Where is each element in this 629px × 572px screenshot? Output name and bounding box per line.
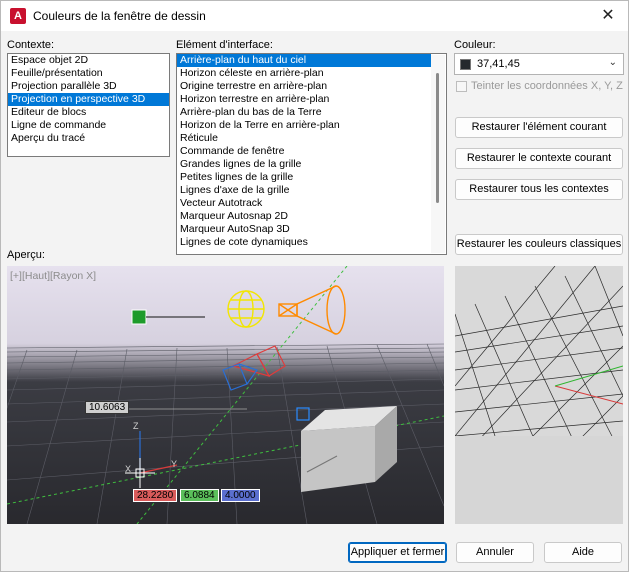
tint-xyz-label: Teinter les coordonnées X, Y, Z [471, 80, 623, 92]
axis-y-label: Y [171, 459, 177, 469]
coord-x-box: 28.2280 [133, 489, 178, 502]
autocad-app-icon: A [10, 8, 26, 24]
preview-detail-viewport [455, 266, 623, 524]
detail-y-axis [554, 365, 623, 387]
list-item[interactable]: Marqueur AutoSnap 3D [177, 223, 431, 236]
list-item[interactable]: Réticule [177, 132, 431, 145]
restore-classic-colors-button[interactable]: Restaurer les couleurs classiques [455, 234, 623, 255]
restore-element-button[interactable]: Restaurer l'élément courant [455, 117, 623, 138]
dialog-window: A Couleurs de la fenêtre de dessin ✕ Con… [0, 0, 629, 572]
cancel-button[interactable]: Annuler [456, 542, 534, 563]
list-item[interactable]: Editeur de blocs [8, 106, 169, 119]
color-swatch [460, 59, 471, 70]
camera-blue-icon [222, 363, 258, 391]
list-item[interactable]: Projection en perspective 3D [8, 93, 169, 106]
context-listbox[interactable]: Espace objet 2D Feuille/présentation Proje… [7, 53, 170, 157]
color-value: 37,41,45 [477, 58, 520, 70]
list-item[interactable]: Horizon de la Terre en arrière-plan [177, 119, 431, 132]
list-item[interactable]: Arrière-plan du bas de la Terre [177, 106, 431, 119]
scrollbar-thumb[interactable] [436, 73, 439, 203]
interface-element-listbox[interactable]: Arrière-plan du haut du ciel Horizon céle… [176, 53, 447, 255]
coord-y-box: 6.0884 [180, 489, 219, 502]
grip-handle-icon[interactable] [131, 309, 147, 325]
preview-viewport: Z Y X [+][Haut][Rayon X] 10.6063 28.2280… [7, 266, 444, 524]
list-item[interactable]: Espace objet 2D [8, 54, 169, 67]
axis-z-label: Z [133, 421, 139, 431]
box-3d-object [301, 406, 397, 492]
coord-z-box: 4.0000 [221, 489, 260, 502]
chevron-down-icon[interactable]: ⌄ [609, 57, 617, 68]
title-bar: A Couleurs de la fenêtre de dessin ✕ [1, 1, 628, 31]
apply-and-close-button[interactable]: Appliquer et fermer [348, 542, 447, 563]
tint-xyz-checkbox[interactable] [456, 81, 467, 92]
viewport-label[interactable]: [+][Haut][Rayon X] [10, 270, 96, 282]
list-item[interactable]: Ligne de commande [8, 119, 169, 132]
list-item[interactable]: Marqueur Autosnap 2D [177, 210, 431, 223]
list-item[interactable]: Aperçu du tracé [8, 132, 169, 145]
camera-icon [231, 345, 286, 377]
help-button[interactable]: Aide [544, 542, 622, 563]
window-title: Couleurs de la fenêtre de dessin [33, 9, 206, 23]
dimension-value-box: 10.6063 [85, 401, 130, 414]
color-label: Couleur: [454, 39, 496, 51]
interface-element-label: Elément d'interface: [176, 39, 273, 51]
list-item[interactable]: Feuille/présentation [8, 67, 169, 80]
list-item[interactable]: Projection parallèle 3D [8, 80, 169, 93]
axis-x-label: X [125, 464, 131, 474]
spotlight-icon [278, 285, 346, 335]
list-item[interactable]: Vecteur Autotrack [177, 197, 431, 210]
list-item[interactable]: Grandes lignes de la grille [177, 158, 431, 171]
list-item[interactable]: Lignes de cote dynamiques [177, 236, 431, 249]
light-globe-icon [227, 290, 265, 328]
restore-context-button[interactable]: Restaurer le contexte courant [455, 148, 623, 169]
detail-grid [455, 266, 623, 445]
list-item[interactable]: Arrière-plan du haut du ciel [177, 54, 431, 67]
restore-all-contexts-button[interactable]: Restaurer tous les contextes [455, 179, 623, 200]
list-item[interactable]: Origine terrestre en arrière-plan [177, 80, 431, 93]
list-item[interactable]: Horizon céleste en arrière-plan [177, 67, 431, 80]
close-button[interactable]: ✕ [596, 6, 620, 26]
list-item[interactable]: Lignes d'axe de la grille [177, 184, 431, 197]
context-label: Contexte: [7, 39, 55, 51]
color-combobox[interactable]: 37,41,45 ⌄ [454, 53, 624, 75]
interface-scrollbar[interactable] [431, 55, 445, 253]
list-item[interactable]: Horizon terrestre en arrière-plan [177, 93, 431, 106]
preview-label: Aperçu: [7, 249, 45, 261]
list-item[interactable]: Commande de fenêtre [177, 145, 431, 158]
list-item[interactable]: Petites lignes de la grille [177, 171, 431, 184]
